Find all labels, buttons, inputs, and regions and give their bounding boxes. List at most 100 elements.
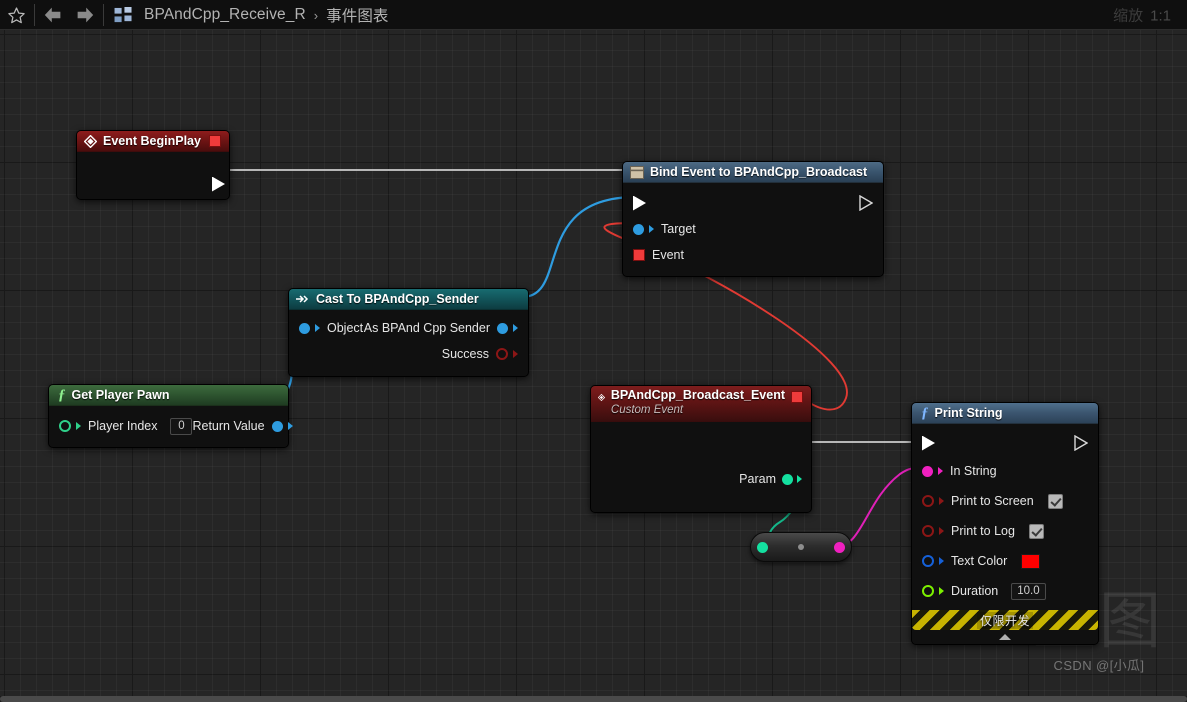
arrow-left-icon [44, 7, 61, 23]
pin-arrow-icon [513, 350, 518, 358]
collapse-up-arrow-icon [999, 634, 1011, 640]
pin-label: Print to Screen [951, 494, 1034, 508]
print-to-screen-input-pin[interactable] [922, 495, 934, 507]
arrow-right-icon [77, 7, 94, 23]
toolbar-divider-1 [34, 4, 35, 26]
node-subtitle: Custom Event [610, 404, 684, 417]
watermark-credit: CSDN @[小瓜] [1053, 658, 1145, 673]
breadcrumb: BPAndCpp_Receive_R › 事件图表 [144, 4, 389, 26]
exec-output-pin[interactable] [212, 176, 225, 192]
zoom-indicator: 缩放 1:1 [1113, 5, 1171, 26]
node-header: Event BeginPlay [77, 131, 229, 152]
pin-arrow-icon [797, 475, 802, 483]
success-output-pin[interactable] [496, 348, 508, 360]
pin-row-in-string: In String [912, 456, 1098, 486]
return-value-output-pin[interactable] [271, 420, 283, 432]
node-event-begin-play[interactable]: Event BeginPlay [76, 130, 230, 200]
pin-label: Target [661, 222, 696, 236]
duration-input-pin[interactable] [922, 585, 934, 597]
node-header: BPAndCpp_Broadcast_Event Custom Event [591, 386, 811, 422]
node-header: ƒ Print String [912, 403, 1098, 424]
graph-canvas[interactable]: 蓝图 CSDN @[小瓜] Event BeginPlay [0, 30, 1187, 696]
breadcrumb-root[interactable]: BPAndCpp_Receive_R [144, 6, 306, 24]
exec-output-row [212, 171, 225, 197]
pin-arrow-icon [939, 557, 944, 565]
pin-arrow-icon [939, 587, 944, 595]
node-title: BPAndCpp_Broadcast_Event [610, 388, 785, 402]
favorite-button[interactable] [0, 1, 32, 29]
node-header: Cast To BPAndCpp_Sender [289, 289, 528, 310]
in-string-input-pin[interactable] [922, 465, 933, 477]
wire-knot-to-instring [835, 466, 921, 548]
pin-label: In String [950, 464, 997, 478]
horizontal-scrollbar[interactable] [0, 696, 1187, 702]
print-to-log-checkbox[interactable] [1028, 523, 1044, 539]
node-title: Bind Event to BPAndCpp_Broadcast [650, 165, 868, 179]
pin-label: Duration [951, 584, 999, 598]
node-body: Target Event [623, 183, 883, 276]
node-body: Object As BPAnd Cpp Sender Success [289, 310, 528, 376]
node-body [77, 152, 229, 199]
node-body: Player Index 0 Return Value [49, 406, 293, 447]
scrollbar-thumb[interactable] [0, 696, 1187, 702]
forward-button[interactable] [69, 1, 101, 29]
event-input-pin[interactable] [633, 249, 645, 261]
as-bpandcpp-sender-output-pin[interactable] [497, 322, 508, 334]
exec-input-pin[interactable] [922, 435, 935, 451]
node-print-string[interactable]: ƒ Print String In String Print to Screen… [911, 402, 1099, 645]
pin-arrow-icon [649, 225, 654, 233]
pin-row-text-color: Text Color [912, 546, 1098, 576]
text-color-input-pin[interactable] [922, 555, 934, 567]
param-output-pin[interactable] [782, 473, 793, 485]
delegate-output-pin[interactable] [209, 135, 221, 147]
exec-output-pin[interactable] [1074, 435, 1088, 451]
knot-center-dot [798, 544, 804, 550]
exec-row [623, 190, 883, 216]
print-to-screen-checkbox[interactable] [1047, 493, 1063, 509]
param-output-row: Param [739, 472, 802, 486]
development-only-label: 仅限开发 [976, 611, 1033, 629]
knot-input-pin[interactable] [757, 541, 768, 553]
toolbar-divider-2 [103, 4, 104, 26]
pin-label: Text Color [951, 554, 1008, 568]
node-title: Print String [934, 406, 1003, 420]
breadcrumb-current[interactable]: 事件图表 [326, 4, 388, 26]
node-bind-event[interactable]: Bind Event to BPAndCpp_Broadcast Target … [622, 161, 884, 277]
blueprint-editor-window: BPAndCpp_Receive_R › 事件图表 缩放 1:1 CSDN @[… [0, 0, 1187, 702]
breadcrumb-separator-icon: › [313, 7, 319, 23]
delegate-output-pin[interactable] [791, 391, 803, 403]
pin-label: Success [441, 347, 489, 361]
node-conversion-knot[interactable] [750, 532, 852, 562]
node-get-player-pawn[interactable]: ƒ Get Player Pawn Player Index 0 Return … [48, 384, 293, 448]
collapse-node-button[interactable] [912, 630, 1098, 644]
pin-arrow-icon [315, 324, 320, 332]
node-title: Get Player Pawn [71, 388, 170, 402]
back-button[interactable] [37, 1, 69, 29]
text-color-swatch[interactable] [1021, 553, 1041, 569]
player-index-input[interactable]: 0 [170, 417, 193, 435]
player-index-input-pin[interactable] [59, 420, 71, 432]
node-body: In String Print to Screen Print to Log T… [912, 424, 1098, 610]
exec-output-pin[interactable] [859, 195, 873, 211]
node-cast-to-bpandcpp-sender[interactable]: Cast To BPAndCpp_Sender Object As BPAnd … [288, 288, 529, 377]
duration-input[interactable]: 10.0 [1011, 582, 1046, 600]
pin-label: Player Index [88, 419, 158, 433]
cast-arrow-icon [296, 295, 309, 303]
pin-label: Event [652, 248, 684, 262]
node-title: Event BeginPlay [103, 134, 201, 148]
node-header: ƒ Get Player Pawn [49, 385, 288, 406]
pin-label: Param [739, 472, 776, 486]
event-diamond-icon [598, 393, 605, 402]
print-to-log-input-pin[interactable] [922, 525, 934, 537]
pin-row-print-to-screen: Print to Screen [912, 486, 1098, 516]
pin-row-event: Event [623, 242, 883, 268]
pin-arrow-icon [287, 422, 293, 430]
target-input-pin[interactable] [633, 223, 644, 235]
node-custom-event-bpandcpp-broadcast[interactable]: BPAndCpp_Broadcast_Event Custom Event Pa… [590, 385, 812, 513]
knot-output-pin[interactable] [834, 541, 845, 553]
pin-row-target: Target [623, 216, 883, 242]
pin-label: As BPAnd Cpp Sender [363, 321, 490, 335]
object-input-pin[interactable] [299, 322, 310, 334]
exec-input-pin[interactable] [633, 195, 646, 211]
bind-event-icon [630, 165, 644, 179]
